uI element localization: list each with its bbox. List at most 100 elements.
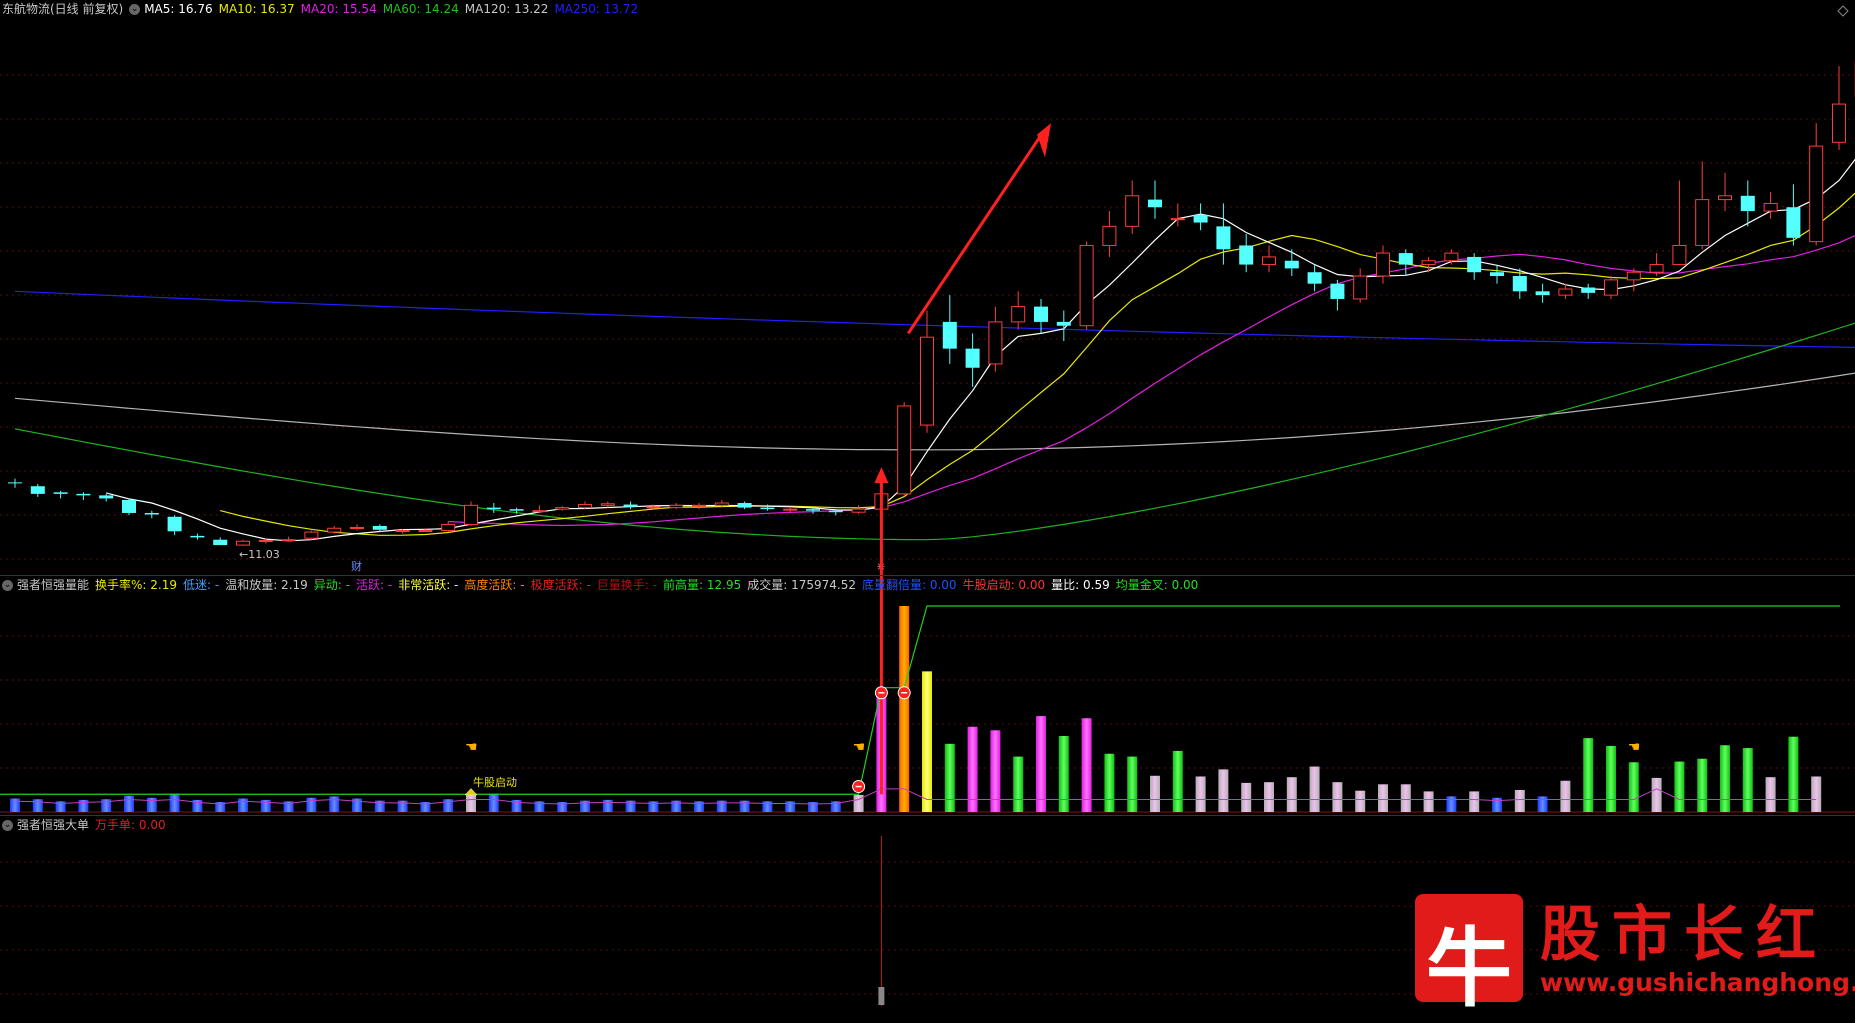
volume-bar — [739, 800, 750, 812]
candle — [669, 503, 684, 510]
indicator-toggle-icon[interactable]: ⌄ — [2, 580, 13, 591]
candle-body — [1102, 225, 1117, 246]
volume-bar — [1104, 753, 1115, 812]
watermark: 牛 股市长红 www.gushichanghong.com — [1415, 886, 1855, 1019]
candle — [1239, 234, 1254, 273]
volume-bar — [329, 796, 340, 812]
candle — [1102, 211, 1117, 257]
candle — [555, 506, 570, 511]
candle — [190, 533, 205, 540]
candle-body — [1011, 306, 1026, 323]
volume-indicator-pane[interactable]: ⌄ 强者恒强量能 换手率%: 2.19 低迷: - 温和放量: 2.19 异动: - 活跃:… — [0, 575, 1855, 816]
volume-bar — [1400, 784, 1411, 812]
ma60-line — [14, 322, 1855, 541]
trend-arrow-head — [1037, 123, 1051, 158]
candle — [1056, 310, 1071, 341]
candle — [1626, 268, 1641, 292]
candle-body — [965, 348, 980, 368]
candle-body — [304, 531, 319, 539]
prior-high-volume-line — [0, 605, 1840, 795]
candle-body — [464, 504, 478, 525]
candle-body — [281, 539, 296, 542]
volume-bar — [1514, 789, 1525, 812]
volume-bar — [1697, 758, 1708, 812]
candle — [1421, 256, 1436, 273]
candle-body — [8, 482, 22, 484]
volume-bar — [1195, 776, 1206, 812]
candle — [1467, 253, 1482, 280]
candle-body — [1832, 103, 1846, 143]
hand-pointer-icon: ☚ — [1628, 740, 1641, 756]
candle-body — [190, 535, 205, 538]
candle — [441, 521, 456, 533]
volume-legend-item-2: 温和放量: 2.19 — [225, 578, 308, 592]
candle-body — [418, 530, 433, 533]
candle — [600, 501, 615, 508]
stock-title: 东航物流(日线 前复权) — [2, 2, 124, 16]
bull-start-signal-icon — [897, 686, 911, 700]
volume-bar — [1720, 745, 1730, 812]
candle-body — [1740, 195, 1755, 212]
candle-body — [1581, 287, 1596, 293]
ma10-line — [220, 192, 1855, 536]
ma-legend-item-4: MA120: 13.22 — [464, 2, 549, 16]
candle-body — [53, 492, 68, 494]
candle-body — [258, 539, 273, 542]
legend-toggle-icon[interactable]: ⌄ — [129, 4, 141, 15]
volume-bar — [1674, 761, 1685, 812]
candle-body — [1786, 207, 1801, 238]
candle-body — [1558, 288, 1573, 296]
volume-bar — [1423, 791, 1434, 812]
volume-bar — [124, 795, 134, 812]
price-chart-pane[interactable]: 东航物流(日线 前复权) ⌄ MA5: 16.76 MA10: 16.37 MA20: … — [0, 0, 1855, 575]
volume-legend-item-5: 非常活跃: - — [398, 578, 459, 592]
volume-legend-item-8: 巨量换手: - — [596, 578, 657, 592]
volume-bar — [466, 794, 476, 812]
candle — [167, 515, 182, 536]
volume-bar — [1469, 791, 1480, 812]
volume-bar — [1651, 777, 1662, 812]
candle-body — [623, 504, 638, 507]
candle-body — [1512, 276, 1527, 292]
volume-legend-item-0: 换手率%: 2.19 — [95, 578, 177, 592]
volume-legend-item-7: 极度活跃: - — [530, 578, 591, 592]
volume-bar — [1811, 776, 1822, 812]
candlestick-chart[interactable]: ←17.67←11.03财⋇ — [0, 0, 1855, 575]
volume-bar — [671, 800, 682, 812]
watermark-title: 股市长红 — [1540, 900, 1828, 970]
candle — [737, 501, 752, 510]
candle — [623, 501, 638, 510]
candle-body — [1604, 279, 1618, 296]
volume-bar — [1355, 790, 1366, 812]
candle — [53, 490, 68, 499]
volume-bar — [1127, 756, 1138, 812]
bull-start-signal-icon — [852, 780, 866, 794]
volume-bar — [1560, 780, 1571, 812]
volume-bar — [1742, 748, 1753, 812]
candle — [783, 506, 798, 513]
candle — [1718, 172, 1732, 212]
candle-body — [144, 512, 159, 515]
candle-body — [1307, 272, 1322, 284]
volume-bar — [1309, 766, 1320, 812]
candle — [1398, 249, 1413, 277]
volume-bar-chart[interactable]: 牛股启动 ☚ ☚ ☚ — [0, 576, 1855, 816]
price-legend: 东航物流(日线 前复权) ⌄ MA5: 16.76 MA10: 16.37 MA20: … — [0, 0, 650, 18]
candle-body — [1034, 306, 1048, 322]
candle — [1011, 291, 1026, 330]
indicator-toggle-icon[interactable]: ⌄ — [2, 820, 13, 831]
candle-body — [1216, 226, 1231, 250]
candle — [532, 505, 547, 513]
candle — [76, 492, 91, 500]
volume-legend-item-10: 成交量: 175974.52 — [747, 578, 856, 592]
candle — [464, 501, 478, 526]
big-order-indicator-pane[interactable]: ⌄ 强者恒强大单 万手单: 0.00 牛 股市长红 www.gushichangho… — [0, 815, 1855, 1019]
candle-body — [122, 499, 136, 513]
candle-body — [1239, 245, 1254, 265]
candle — [304, 530, 319, 540]
volume-bar — [1378, 784, 1388, 812]
candle — [1740, 180, 1755, 227]
candle-body — [1376, 252, 1390, 277]
candle — [692, 503, 706, 510]
volume-bar — [397, 800, 408, 812]
